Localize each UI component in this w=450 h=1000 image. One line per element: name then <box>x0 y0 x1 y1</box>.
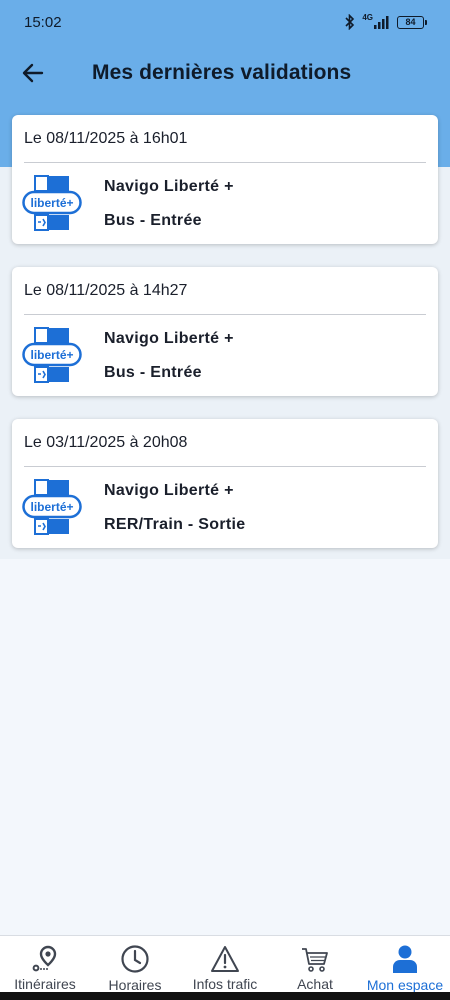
validation-type: Bus - Entrée <box>104 212 202 229</box>
status-icons: 4G 84 <box>344 13 427 30</box>
divider <box>24 466 426 467</box>
logo-text: liberté+ <box>30 348 73 362</box>
nav-label: Achat <box>297 976 333 992</box>
validation-type: RER/Train - Sortie <box>104 516 246 533</box>
map-pin-icon <box>32 944 58 973</box>
back-button[interactable] <box>13 53 53 93</box>
nav-infos-trafic[interactable]: Infos trafic <box>180 936 270 992</box>
bluetooth-icon <box>344 14 356 30</box>
bottom-navigation: Itinéraires Horaires Infos trafic Achat … <box>0 935 450 993</box>
nav-label: Infos trafic <box>192 976 258 992</box>
validation-date: Le 08/11/2025 à 16h01 <box>24 130 188 147</box>
status-time: 15:02 <box>24 13 62 31</box>
pass-name: Navigo Liberté + <box>104 330 234 347</box>
network-label: 4G <box>362 13 373 22</box>
navigo-liberte-logo-icon: liberté+ <box>22 479 82 535</box>
divider <box>24 162 426 163</box>
validation-card[interactable]: Le 03/11/2025 à 20h08 liberté+ Navigo Li… <box>12 419 438 548</box>
pass-name: Navigo Liberté + <box>104 482 234 499</box>
nav-label: Mon espace <box>366 977 444 993</box>
validation-date: Le 08/11/2025 à 14h27 <box>24 282 188 299</box>
battery-level: 84 <box>405 17 416 27</box>
page-title: Mes dernières validations <box>92 61 352 84</box>
validation-date: Le 03/11/2025 à 20h08 <box>24 434 188 451</box>
warning-icon <box>210 944 240 973</box>
status-bar: 15:02 4G 84 <box>0 0 450 44</box>
signal-icon: 4G <box>362 13 391 29</box>
nav-achat[interactable]: Achat <box>270 936 360 992</box>
validation-card[interactable]: Le 08/11/2025 à 16h01 liberté+ Navigo Li… <box>12 115 438 244</box>
nav-mon-espace[interactable]: Mon espace <box>360 936 450 993</box>
validation-card[interactable]: Le 08/11/2025 à 14h27 liberté+ Navigo Li… <box>12 267 438 396</box>
nav-label: Horaires <box>108 977 162 993</box>
arrow-left-icon <box>22 63 44 83</box>
navigo-liberte-logo-icon: liberté+ <box>22 175 82 231</box>
clock-icon <box>120 944 150 974</box>
navigo-liberte-logo-icon: liberté+ <box>22 327 82 383</box>
user-icon <box>391 944 419 974</box>
title-bar: Mes dernières validations <box>0 50 450 96</box>
divider <box>24 314 426 315</box>
validation-type: Bus - Entrée <box>104 364 202 381</box>
nav-itineraires[interactable]: Itinéraires <box>0 936 90 992</box>
nav-horaires[interactable]: Horaires <box>90 936 180 993</box>
system-navigation-bar <box>0 992 450 1000</box>
logo-text: liberté+ <box>30 500 73 514</box>
battery-icon: 84 <box>397 15 427 29</box>
pass-name: Navigo Liberté + <box>104 178 234 195</box>
logo-text: liberté+ <box>30 196 73 210</box>
screen: 15:02 4G 84 Mes dernières validations Le… <box>0 0 450 1000</box>
cart-icon <box>300 944 330 973</box>
nav-label: Itinéraires <box>14 976 76 992</box>
